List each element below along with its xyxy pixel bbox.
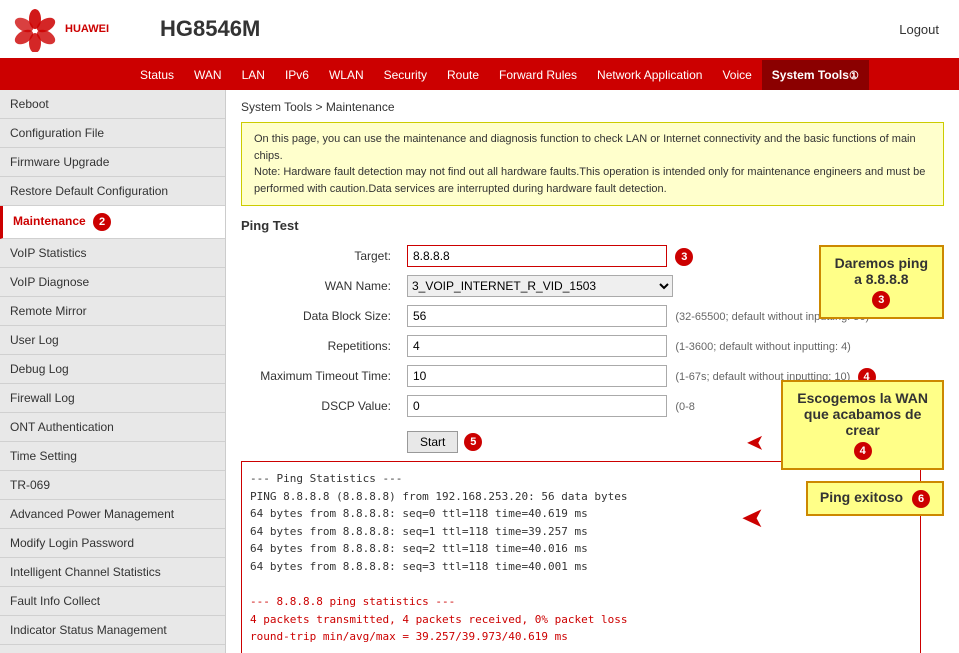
repetitions-row: Repetitions: (1-3600; default without in… — [241, 331, 944, 361]
logo-area: HUAWEI — [10, 7, 140, 52]
header: HUAWEI HG8546M Logout — [0, 0, 959, 60]
sidebar-item-intelligent-channel[interactable]: Intelligent Channel Statistics — [0, 558, 225, 587]
output-stats-header: --- 8.8.8.8 ping statistics --- — [250, 593, 912, 611]
huawei-logo-icon — [10, 7, 60, 52]
nav-lan[interactable]: LAN — [232, 60, 275, 90]
max-timeout-input[interactable] — [407, 365, 667, 387]
content-area: System Tools > Maintenance On this page,… — [226, 90, 959, 653]
sidebar-item-ont-authentication[interactable]: ONT Authentication — [0, 413, 225, 442]
repetitions-input[interactable] — [407, 335, 667, 357]
dscp-input[interactable] — [407, 395, 667, 417]
output-line6: 64 bytes from 8.8.8.8: seq=3 ttl=118 tim… — [250, 558, 912, 576]
nav-forward-rules[interactable]: Forward Rules — [489, 60, 587, 90]
badge-6-ann: 6 — [912, 490, 930, 508]
info-text-2: Note: Hardware fault detection may not f… — [254, 166, 925, 195]
badge-5: 5 — [464, 433, 482, 451]
sidebar-item-open-source[interactable]: Open Source Software Notice — [0, 645, 225, 653]
sidebar-item-restore-default[interactable]: Restore Default Configuration — [0, 177, 225, 206]
nav-voice[interactable]: Voice — [712, 60, 761, 90]
breadcrumb: System Tools > Maintenance — [241, 100, 944, 114]
data-block-input[interactable] — [407, 305, 667, 327]
arrow-4-icon: ➤ — [746, 430, 764, 456]
annotation-4-text: Escogemos la WANque acabamos decrear — [797, 390, 928, 438]
output-line5: 64 bytes from 8.8.8.8: seq=2 ttl=118 tim… — [250, 540, 912, 558]
sidebar-item-reboot[interactable]: Reboot — [0, 90, 225, 119]
badge-4-ann: 4 — [854, 442, 872, 460]
max-timeout-label: Maximum Timeout Time: — [241, 361, 401, 391]
sidebar-item-remote-mirror[interactable]: Remote Mirror — [0, 297, 225, 326]
info-box: On this page, you can use the maintenanc… — [241, 122, 944, 206]
sidebar-item-configuration-file[interactable]: Configuration File — [0, 119, 225, 148]
dscp-label: DSCP Value: — [241, 391, 401, 421]
sidebar-item-time-setting[interactable]: Time Setting — [0, 442, 225, 471]
sidebar-item-tr069[interactable]: TR-069 — [0, 471, 225, 500]
sidebar-item-user-log[interactable]: User Log — [0, 326, 225, 355]
data-block-label: Data Block Size: — [241, 301, 401, 331]
nav-wan[interactable]: WAN — [184, 60, 232, 90]
annotation-3-text: Daremos pinga 8.8.8.8 — [835, 255, 928, 287]
badge-3: 3 — [675, 248, 693, 266]
logout-button[interactable]: Logout — [899, 22, 949, 37]
nav-network-application[interactable]: Network Application — [587, 60, 712, 90]
arrow-6-icon: ➤ — [741, 501, 764, 534]
nav-wlan[interactable]: WLAN — [319, 60, 374, 90]
logo-text: HUAWEI — [65, 23, 109, 35]
start-button[interactable]: Start — [407, 431, 458, 453]
annotation-wan-select: Escogemos la WANque acabamos decrear 4 — [781, 380, 944, 470]
target-input[interactable] — [407, 245, 667, 267]
sidebar-item-indicator-status[interactable]: Indicator Status Management — [0, 616, 225, 645]
nav-route[interactable]: Route — [437, 60, 489, 90]
info-text-1: On this page, you can use the maintenanc… — [254, 133, 916, 162]
wan-name-label: WAN Name: — [241, 271, 401, 301]
badge-3-ann: 3 — [872, 291, 890, 309]
sidebar: Reboot Configuration File Firmware Upgra… — [0, 90, 226, 653]
sidebar-item-fault-info[interactable]: Fault Info Collect — [0, 587, 225, 616]
sidebar-item-voip-diagnose[interactable]: VoIP Diagnose — [0, 268, 225, 297]
sidebar-item-debug-log[interactable]: Debug Log — [0, 355, 225, 384]
nav-system-tools[interactable]: System Tools — [762, 60, 869, 90]
annotation-ping-exitoso: Ping exitoso 6 — [806, 481, 944, 516]
target-label: Target: — [241, 241, 401, 271]
annotation-ping-target: Daremos pinga 8.8.8.8 3 — [819, 245, 944, 319]
output-stats-1: 4 packets transmitted, 4 packets receive… — [250, 611, 912, 629]
repetitions-hint: (1-3600; default without inputting: 4) — [675, 341, 851, 353]
nav-ipv6[interactable]: IPv6 — [275, 60, 319, 90]
annotation-6-text: Ping exitoso — [820, 489, 903, 505]
output-stats-2: round-trip min/avg/max = 39.257/39.973/4… — [250, 628, 912, 646]
sidebar-item-modify-login[interactable]: Modify Login Password — [0, 529, 225, 558]
wan-name-select[interactable]: 3_VOIP_INTERNET_R_VID_1503 — [407, 275, 673, 297]
output-spacer — [250, 576, 912, 594]
nav-bar: Status WAN LAN IPv6 WLAN Security Route … — [0, 60, 959, 90]
sidebar-item-advanced-power[interactable]: Advanced Power Management — [0, 500, 225, 529]
output-line4: 64 bytes from 8.8.8.8: seq=1 ttl=118 tim… — [250, 523, 912, 541]
dscp-hint: (0-8 — [675, 401, 695, 413]
nav-status[interactable]: Status — [130, 60, 184, 90]
sidebar-item-firewall-log[interactable]: Firewall Log — [0, 384, 225, 413]
repetitions-label: Repetitions: — [241, 331, 401, 361]
ping-test-title: Ping Test — [241, 218, 944, 233]
sidebar-item-voip-statistics[interactable]: VoIP Statistics — [0, 239, 225, 268]
sidebar-item-firmware-upgrade[interactable]: Firmware Upgrade — [0, 148, 225, 177]
main-layout: Reboot Configuration File Firmware Upgra… — [0, 90, 959, 653]
output-wrapper: --- Ping Statistics --- PING 8.8.8.8 (8.… — [241, 461, 944, 653]
device-title: HG8546M — [140, 16, 899, 42]
nav-security[interactable]: Security — [374, 60, 437, 90]
sidebar-item-maintenance[interactable]: Maintenance 2 — [0, 206, 225, 239]
